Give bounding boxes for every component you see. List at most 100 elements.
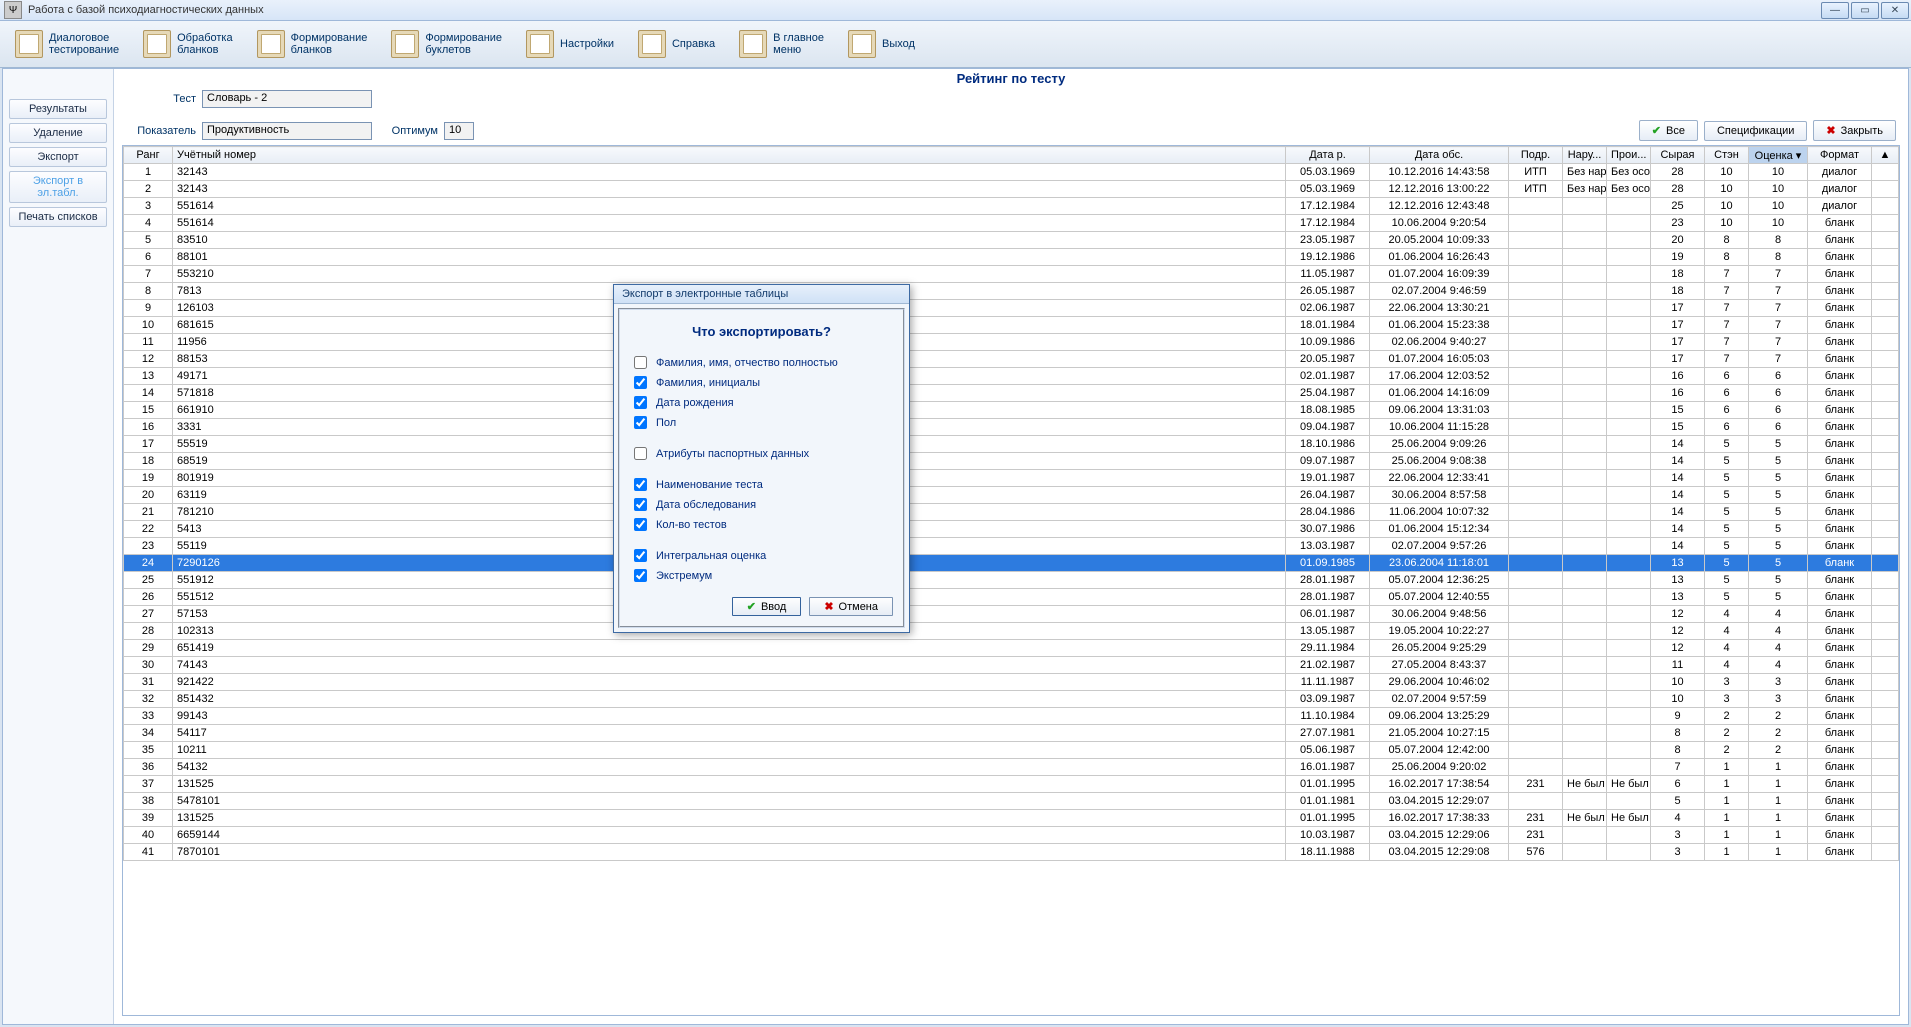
- dialog-cancel-button[interactable]: ✖ Отмена: [809, 597, 893, 616]
- checkbox[interactable]: [634, 396, 647, 409]
- table-row[interactable]: 1068161518.01.198401.06.2004 15:23:38177…: [124, 317, 1899, 334]
- dialog-ok-button[interactable]: ✔ Ввод: [732, 597, 802, 616]
- table-row[interactable]: 2178121028.04.198611.06.2004 10:07:32145…: [124, 504, 1899, 521]
- table-row[interactable]: 8781326.05.198702.07.2004 9:46:591877бла…: [124, 283, 1899, 300]
- table-row[interactable]: 1980191919.01.198722.06.2004 12:33:41145…: [124, 470, 1899, 487]
- table-row[interactable]: 3713152501.01.199516.02.2017 17:38:54231…: [124, 776, 1899, 793]
- table-row[interactable]: 455161417.12.198410.06.2004 9:20:5423101…: [124, 215, 1899, 232]
- table-row[interactable]: 355161417.12.198412.12.2016 12:43:482510…: [124, 198, 1899, 215]
- sidebar-item-3[interactable]: Экспорт в эл.табл.: [9, 171, 107, 203]
- indicator-field[interactable]: Продуктивность: [202, 122, 372, 140]
- table-row[interactable]: 23214305.03.196912.12.2016 13:00:22ИТПБе…: [124, 181, 1899, 198]
- column-header[interactable]: Прои...: [1607, 147, 1651, 164]
- column-header[interactable]: Подр.: [1509, 147, 1563, 164]
- table-row[interactable]: 351021105.06.198705.07.2004 12:42:00822б…: [124, 742, 1899, 759]
- table-row[interactable]: 2555191228.01.198705.07.2004 12:36:25135…: [124, 572, 1899, 589]
- table-row[interactable]: 58351023.05.198720.05.2004 10:09:332088б…: [124, 232, 1899, 249]
- checkbox[interactable]: [634, 569, 647, 582]
- table-row[interactable]: 22541330.07.198601.06.2004 15:12:341455б…: [124, 521, 1899, 538]
- table-row[interactable]: 3913152501.01.199516.02.2017 17:38:33231…: [124, 810, 1899, 827]
- table-row[interactable]: 206311926.04.198730.06.2004 8:57:581455б…: [124, 487, 1899, 504]
- sidebar-item-2[interactable]: Экспорт: [9, 147, 107, 167]
- table-row[interactable]: 134917102.01.198717.06.2004 12:03:521666…: [124, 368, 1899, 385]
- specifications-button[interactable]: Спецификации: [1704, 121, 1807, 141]
- maximize-button[interactable]: ▭: [1851, 2, 1879, 19]
- column-header[interactable]: Сырая: [1651, 147, 1705, 164]
- grid-header-row[interactable]: РангУчётный номерДата р.Дата обс.Подр.На…: [124, 147, 1899, 164]
- column-header[interactable]: Нару...: [1563, 147, 1607, 164]
- table-row[interactable]: 13214305.03.196910.12.2016 14:43:58ИТПБе…: [124, 164, 1899, 181]
- toolbar-button-0[interactable]: Диалоговое тестирование: [6, 23, 128, 65]
- minimize-button[interactable]: —: [1821, 2, 1849, 19]
- checkbox[interactable]: [634, 416, 647, 429]
- toolbar-button-7[interactable]: Выход: [839, 23, 924, 65]
- column-header[interactable]: Оценка ▾: [1749, 147, 1808, 164]
- export-option-5[interactable]: Наименование теста: [630, 475, 893, 494]
- table-row[interactable]: 111195610.09.198602.06.2004 9:40:271777б…: [124, 334, 1899, 351]
- table-row[interactable]: 365413216.01.198725.06.2004 9:20:02711бл…: [124, 759, 1899, 776]
- table-row[interactable]: 345411727.07.198121.05.2004 10:27:15822б…: [124, 725, 1899, 742]
- toolbar-button-4[interactable]: Настройки: [517, 23, 623, 65]
- toolbar-button-5[interactable]: Справка: [629, 23, 724, 65]
- table-row[interactable]: 3285143203.09.198702.07.2004 9:57:591033…: [124, 691, 1899, 708]
- table-row[interactable]: 912610302.06.198722.06.2004 13:30:211777…: [124, 300, 1899, 317]
- table-row[interactable]: 16333109.04.198710.06.2004 11:15:281566б…: [124, 419, 1899, 436]
- column-header[interactable]: Ранг: [124, 147, 173, 164]
- close-button[interactable]: ✖ Закрыть: [1813, 120, 1896, 141]
- checkbox[interactable]: [634, 376, 647, 389]
- column-header[interactable]: Дата обс.: [1370, 147, 1509, 164]
- toolbar-button-2[interactable]: Формирование бланков: [248, 23, 377, 65]
- export-option-0[interactable]: Фамилия, имя, отчество полностью: [630, 353, 893, 372]
- checkbox[interactable]: [634, 549, 647, 562]
- table-row[interactable]: 2810231313.05.198719.05.2004 10:22:27124…: [124, 623, 1899, 640]
- export-option-6[interactable]: Дата обследования: [630, 495, 893, 514]
- checkbox[interactable]: [634, 356, 647, 369]
- test-field[interactable]: Словарь - 2: [202, 90, 372, 108]
- column-header[interactable]: Стэн: [1705, 147, 1749, 164]
- table-row[interactable]: 755321011.05.198701.07.2004 16:09:391877…: [124, 266, 1899, 283]
- table-row[interactable]: 38547810101.01.198103.04.2015 12:29:0751…: [124, 793, 1899, 810]
- column-header[interactable]: Дата р.: [1286, 147, 1370, 164]
- table-row[interactable]: 307414321.02.198727.05.2004 8:43:371144б…: [124, 657, 1899, 674]
- table-row[interactable]: 1457181825.04.198701.06.2004 14:16:09166…: [124, 385, 1899, 402]
- table-cell: [1607, 640, 1651, 657]
- table-row[interactable]: 186851909.07.198725.06.2004 9:08:381455б…: [124, 453, 1899, 470]
- select-all-button[interactable]: ✔ Все: [1639, 120, 1698, 141]
- toolbar-button-6[interactable]: В главное меню: [730, 23, 833, 65]
- table-row[interactable]: 175551918.10.198625.06.2004 9:09:261455б…: [124, 436, 1899, 453]
- export-option-2[interactable]: Дата рождения: [630, 393, 893, 412]
- results-grid[interactable]: РангУчётный номерДата р.Дата обс.Подр.На…: [123, 146, 1899, 861]
- column-header[interactable]: Учётный номер: [173, 147, 1286, 164]
- table-row[interactable]: 2965141929.11.198426.05.2004 9:25:291244…: [124, 640, 1899, 657]
- table-row[interactable]: 339914311.10.198409.06.2004 13:25:29922б…: [124, 708, 1899, 725]
- export-option-7[interactable]: Кол-во тестов: [630, 515, 893, 534]
- table-row[interactable]: 235511913.03.198702.07.2004 9:57:261455б…: [124, 538, 1899, 555]
- checkbox[interactable]: [634, 478, 647, 491]
- sidebar-item-4[interactable]: Печать списков: [9, 207, 107, 227]
- toolbar-button-1[interactable]: Обработка бланков: [134, 23, 241, 65]
- optimum-field[interactable]: 10: [444, 122, 474, 140]
- checkbox[interactable]: [634, 498, 647, 511]
- export-option-8[interactable]: Интегральная оценка: [630, 546, 893, 565]
- export-option-1[interactable]: Фамилия, инициалы: [630, 373, 893, 392]
- export-option-3[interactable]: Пол: [630, 413, 893, 432]
- column-header[interactable]: Формат: [1808, 147, 1872, 164]
- table-row[interactable]: 68810119.12.198601.06.2004 16:26:431988б…: [124, 249, 1899, 266]
- table-row[interactable]: 1566191018.08.198509.06.2004 13:31:03156…: [124, 402, 1899, 419]
- table-row[interactable]: 41787010118.11.198803.04.2015 12:29:0857…: [124, 844, 1899, 861]
- toolbar-button-3[interactable]: Формирование буклетов: [382, 23, 511, 65]
- export-option-4[interactable]: Атрибуты паспортных данных: [630, 444, 893, 463]
- table-row[interactable]: 24729012601.09.198523.06.2004 11:18:0113…: [124, 555, 1899, 572]
- table-row[interactable]: 40665914410.03.198703.04.2015 12:29:0623…: [124, 827, 1899, 844]
- table-row[interactable]: 275715306.01.198730.06.2004 9:48:561244б…: [124, 606, 1899, 623]
- table-cell: бланк: [1808, 419, 1872, 436]
- close-window-button[interactable]: ✕: [1881, 2, 1909, 19]
- sidebar-item-0[interactable]: Результаты: [9, 99, 107, 119]
- checkbox[interactable]: [634, 447, 647, 460]
- table-row[interactable]: 3192142211.11.198729.06.2004 10:46:02103…: [124, 674, 1899, 691]
- export-option-9[interactable]: Экстремум: [630, 566, 893, 585]
- checkbox[interactable]: [634, 518, 647, 531]
- table-row[interactable]: 2655151228.01.198705.07.2004 12:40:55135…: [124, 589, 1899, 606]
- table-row[interactable]: 128815320.05.198701.07.2004 16:05:031777…: [124, 351, 1899, 368]
- sidebar-item-1[interactable]: Удаление: [9, 123, 107, 143]
